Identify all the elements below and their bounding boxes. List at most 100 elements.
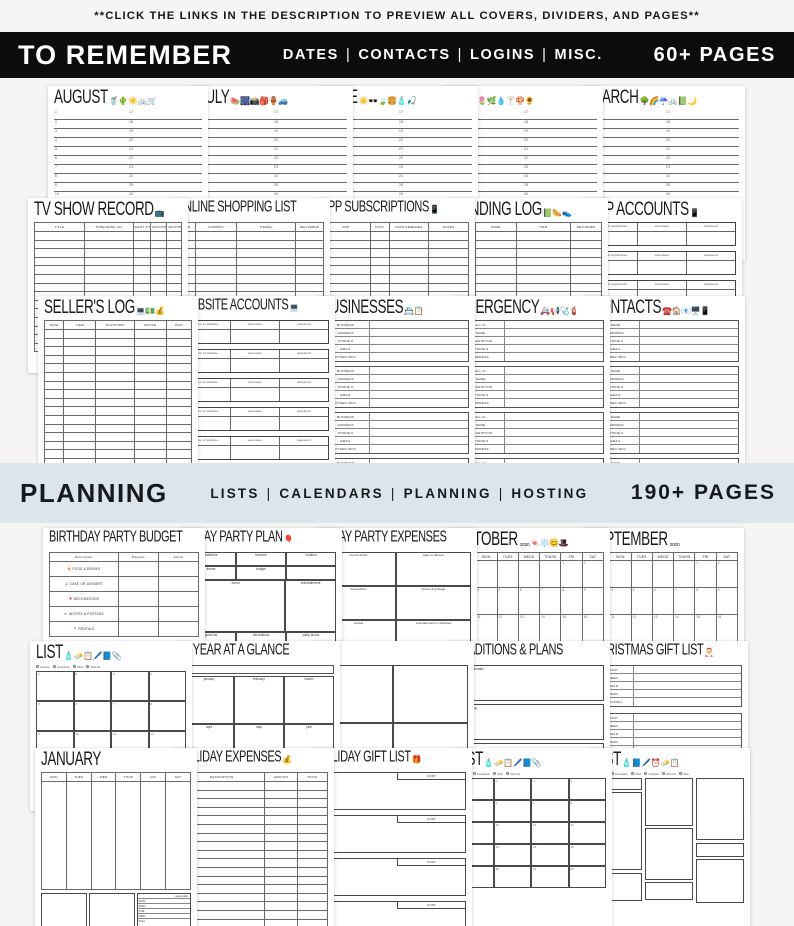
tradition-section[interactable]: advent/devotionals <box>454 665 604 701</box>
table-cell[interactable] <box>369 265 390 275</box>
table-cell[interactable] <box>95 449 135 459</box>
table-cell[interactable] <box>515 239 572 250</box>
table-cell[interactable] <box>515 273 572 284</box>
table-cell[interactable] <box>165 363 193 373</box>
table-cell[interactable] <box>428 231 469 241</box>
budget-actual[interactable] <box>157 591 200 607</box>
table-cell[interactable] <box>264 866 299 877</box>
table-cell[interactable] <box>264 781 299 791</box>
year-title-field[interactable] <box>184 665 334 674</box>
table-cell[interactable] <box>236 265 297 275</box>
gift-cost-box[interactable]: COST <box>316 772 466 810</box>
table-cell[interactable] <box>195 248 238 258</box>
table-cell[interactable] <box>195 282 238 293</box>
table-cell[interactable] <box>428 239 469 250</box>
table-cell[interactable] <box>133 440 167 451</box>
table-cell[interactable] <box>63 440 97 451</box>
table-cell[interactable] <box>297 832 328 843</box>
calendar-day[interactable]: 1 <box>694 560 717 588</box>
table-cell[interactable] <box>570 273 602 284</box>
table-cell[interactable] <box>133 397 167 408</box>
table-cell[interactable] <box>95 371 135 382</box>
table-cell[interactable] <box>195 273 238 284</box>
table-cell[interactable] <box>95 432 135 442</box>
field-input[interactable] <box>370 353 468 361</box>
numbered-box[interactable]: 14 <box>493 844 531 866</box>
table-cell[interactable] <box>388 256 430 267</box>
table-cell[interactable] <box>474 248 517 258</box>
field-input[interactable] <box>505 375 603 382</box>
table-cell[interactable] <box>63 346 97 356</box>
table-cell[interactable] <box>236 239 297 250</box>
table-cell[interactable] <box>34 248 85 258</box>
table-cell[interactable] <box>369 273 390 284</box>
table-cell[interactable] <box>165 432 193 442</box>
field-input[interactable] <box>370 413 468 420</box>
table-cell[interactable] <box>388 231 430 241</box>
table-cell[interactable] <box>236 282 297 293</box>
party-cell[interactable]: honoree <box>236 552 286 566</box>
table-cell[interactable] <box>297 918 328 926</box>
table-cell[interactable] <box>297 823 328 834</box>
table-cell[interactable] <box>43 440 65 451</box>
field-input[interactable] <box>370 445 468 453</box>
field-input[interactable] <box>505 445 603 453</box>
week-cell[interactable] <box>41 781 67 890</box>
table-cell[interactable] <box>165 423 193 434</box>
table-cell[interactable] <box>264 858 299 868</box>
table-cell[interactable] <box>132 231 152 241</box>
table-cell[interactable] <box>369 248 390 258</box>
gift-cost-box[interactable]: COST <box>316 901 466 926</box>
field-input[interactable] <box>370 329 468 336</box>
numbered-box[interactable]: 10 <box>493 822 531 844</box>
budget-actual[interactable] <box>157 606 200 622</box>
gift-field-input[interactable] <box>634 730 741 737</box>
free-box[interactable] <box>696 843 744 857</box>
table-cell[interactable] <box>95 346 135 356</box>
table-cell[interactable] <box>150 273 168 284</box>
account-field-input[interactable] <box>280 388 328 401</box>
budget-actual[interactable] <box>157 576 200 592</box>
table-cell[interactable] <box>264 884 299 894</box>
field-input[interactable] <box>370 321 468 328</box>
week-cell[interactable] <box>140 781 167 890</box>
table-cell[interactable] <box>133 380 167 391</box>
table-cell[interactable] <box>236 273 297 284</box>
week-cell[interactable] <box>90 781 117 890</box>
table-cell[interactable] <box>83 256 134 267</box>
table-cell[interactable] <box>133 432 167 442</box>
option-radio[interactable]: Wish list <box>86 665 100 669</box>
field-input[interactable] <box>370 345 468 352</box>
table-cell[interactable] <box>95 380 135 391</box>
numbered-box[interactable]: 7 <box>531 800 569 822</box>
blank-box[interactable] <box>393 665 468 723</box>
table-cell[interactable] <box>63 354 97 365</box>
table-cell[interactable] <box>570 231 602 241</box>
table-cell[interactable] <box>95 363 135 373</box>
calendar-day[interactable]: 7 <box>539 587 562 615</box>
table-cell[interactable] <box>474 265 517 275</box>
table-cell[interactable] <box>264 841 299 851</box>
table-cell[interactable] <box>570 248 602 258</box>
field-input[interactable] <box>505 437 603 444</box>
table-cell[interactable] <box>133 329 167 339</box>
gift-field-input[interactable] <box>634 674 741 681</box>
calendar-day[interactable]: 4 <box>475 587 498 615</box>
calendar-day[interactable] <box>651 560 675 588</box>
calendar-day[interactable]: 4 <box>609 587 632 615</box>
option-radio[interactable]: Wish list <box>506 772 520 776</box>
field-input[interactable] <box>640 337 738 344</box>
table-cell[interactable] <box>570 282 602 293</box>
calendar-day[interactable]: 9 <box>715 587 739 615</box>
table-cell[interactable] <box>264 823 299 834</box>
numbered-box[interactable]: 1 <box>36 671 74 701</box>
table-cell[interactable] <box>34 273 85 284</box>
field-input[interactable] <box>370 437 468 444</box>
numbered-box[interactable]: 3 <box>531 778 569 800</box>
table-cell[interactable] <box>428 256 469 267</box>
table-cell[interactable] <box>428 273 469 284</box>
account-field-input[interactable] <box>280 359 328 372</box>
table-cell[interactable] <box>388 273 430 284</box>
calendar-day[interactable]: 13 <box>517 614 541 642</box>
field-input[interactable] <box>640 353 738 361</box>
